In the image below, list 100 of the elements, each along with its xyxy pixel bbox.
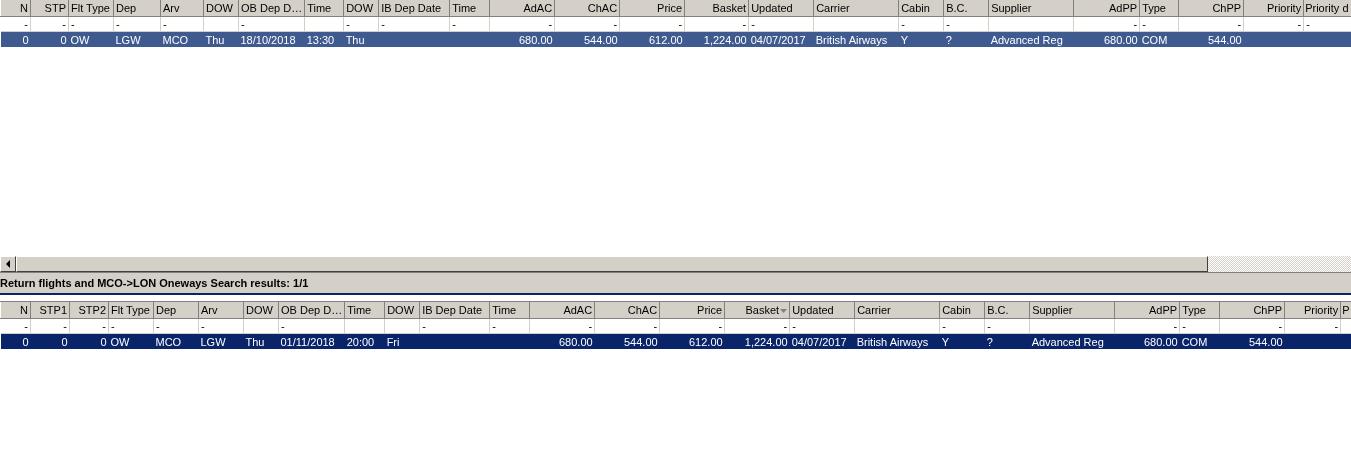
column-header[interactable]: N — [0, 0, 31, 17]
filter-cell[interactable]: - — [783, 320, 788, 332]
filter-cell[interactable]: - — [24, 18, 28, 30]
filter-cell[interactable]: - — [63, 320, 67, 332]
table-cell: 680.00 — [519, 33, 553, 46]
column-header[interactable]: Dep — [113, 0, 161, 17]
filter-cell[interactable]: - — [163, 18, 167, 30]
column-header[interactable]: Time — [344, 302, 385, 319]
filter-cell[interactable]: - — [1306, 18, 1310, 30]
table-cell: 544.00 — [584, 33, 618, 46]
column-header[interactable]: Supplier — [988, 0, 1074, 17]
column-header[interactable]: Price — [659, 302, 725, 319]
column-header[interactable]: Carrier — [813, 0, 899, 17]
horizontal-scrollbar[interactable] — [0, 255, 1351, 272]
filter-cell[interactable]: - — [102, 320, 106, 332]
table-cell: Thu — [345, 33, 365, 46]
column-header[interactable]: IB Dep Date — [419, 302, 490, 319]
filter-cell[interactable]: - — [116, 18, 120, 30]
scroll-left-button[interactable] — [0, 256, 16, 272]
filter-cell[interactable]: - — [942, 320, 946, 332]
column-header[interactable]: Carrier — [854, 302, 940, 319]
column-header[interactable]: STP — [30, 0, 69, 17]
filter-cell[interactable]: - — [452, 18, 456, 30]
filter-cell[interactable]: - — [1278, 320, 1283, 332]
filter-cell[interactable]: - — [653, 320, 658, 332]
column-header[interactable]: Cabin — [939, 302, 985, 319]
column-header[interactable]: AdAC — [529, 302, 595, 319]
table-cell: OW — [70, 33, 90, 46]
filter-cell[interactable]: - — [901, 18, 905, 30]
scrollbar-thumb[interactable] — [16, 256, 1208, 272]
column-header[interactable]: Price — [619, 0, 685, 17]
filter-cell[interactable]: - — [792, 320, 796, 332]
filter-cell[interactable]: - — [241, 18, 245, 30]
filter-cell[interactable]: - — [422, 320, 426, 332]
filter-cell[interactable]: - — [678, 18, 683, 30]
column-header[interactable]: ChAC — [594, 302, 660, 319]
filter-cell[interactable]: - — [1173, 320, 1178, 332]
column-header[interactable]: AdAC — [489, 0, 555, 17]
column-header[interactable]: Cabin — [898, 0, 944, 17]
filter-cell[interactable]: - — [548, 18, 553, 30]
filter-cell[interactable]: - — [381, 18, 385, 30]
filter-cell[interactable]: - — [946, 18, 950, 30]
filter-cell[interactable]: - — [201, 320, 205, 332]
column-header[interactable]: Flt Type — [108, 302, 154, 319]
column-header[interactable]: Supplier — [1029, 302, 1115, 319]
column-header[interactable]: Basket — [684, 0, 749, 17]
column-header[interactable]: AdPP — [1073, 0, 1140, 17]
column-header[interactable]: DOW — [384, 302, 420, 319]
column-header[interactable]: DOW — [243, 302, 279, 319]
filter-cell[interactable]: - — [1142, 18, 1146, 30]
column-header[interactable]: Time — [449, 0, 490, 17]
filter-cell[interactable]: - — [718, 320, 723, 332]
column-header[interactable]: DOW — [203, 0, 239, 17]
filter-cell[interactable]: - — [281, 320, 285, 332]
column-header[interactable]: DOW — [343, 0, 379, 17]
column-header[interactable]: Priority d — [1303, 0, 1351, 17]
column-header[interactable]: Updated — [789, 302, 855, 319]
column-header[interactable]: ChAC — [554, 0, 620, 17]
filter-cell[interactable]: - — [156, 320, 160, 332]
column-header[interactable]: P — [1340, 302, 1351, 319]
column-header[interactable]: Time — [489, 302, 530, 319]
filter-cell[interactable]: - — [1334, 320, 1339, 332]
column-header[interactable]: Flt Type — [68, 0, 114, 17]
column-header[interactable]: B.C. — [943, 0, 989, 17]
column-header[interactable]: Type — [1139, 0, 1179, 17]
filter-cell[interactable]: - — [742, 18, 747, 30]
column-header[interactable]: STP1 — [30, 302, 70, 319]
filter-cell[interactable]: - — [1133, 18, 1138, 30]
column-header[interactable]: Dep — [153, 302, 199, 319]
column-header[interactable]: Basket — [724, 302, 790, 319]
filter-cell[interactable]: - — [62, 18, 66, 30]
filter-cell[interactable]: - — [751, 18, 755, 30]
filter-cell[interactable]: - — [987, 320, 991, 332]
filter-cell[interactable]: - — [111, 320, 115, 332]
column-header[interactable]: OB Dep D… — [238, 0, 305, 17]
column-header[interactable]: Time — [304, 0, 344, 17]
column-header[interactable]: STP2 — [69, 302, 109, 319]
filter-cell[interactable]: - — [24, 320, 28, 332]
column-header[interactable]: Arv — [160, 0, 204, 17]
filter-cell[interactable]: - — [1237, 18, 1242, 30]
column-header[interactable]: IB Dep Date — [378, 0, 450, 17]
column-header[interactable]: Arv — [198, 302, 244, 319]
column-header[interactable]: AdPP — [1114, 302, 1180, 319]
column-header[interactable]: Priority — [1243, 0, 1304, 17]
filter-cell[interactable]: - — [1297, 18, 1302, 30]
column-header[interactable]: Type — [1179, 302, 1220, 319]
column-header[interactable]: B.C. — [984, 302, 1030, 319]
filter-cell[interactable]: - — [613, 18, 618, 30]
column-header[interactable]: ChPP — [1219, 302, 1285, 319]
filter-cell[interactable]: - — [346, 18, 350, 30]
column-header[interactable]: Priority — [1284, 302, 1341, 319]
table-cell: 680.00 — [1144, 335, 1178, 348]
column-header[interactable]: OB Dep D… — [278, 302, 345, 319]
filter-cell[interactable]: - — [588, 320, 593, 332]
column-header[interactable]: Updated — [748, 0, 814, 17]
column-header[interactable]: N — [0, 302, 31, 319]
column-header[interactable]: ChPP — [1178, 0, 1244, 17]
filter-cell[interactable]: - — [71, 18, 75, 30]
filter-cell[interactable]: - — [492, 320, 496, 332]
filter-cell[interactable]: - — [1182, 320, 1186, 332]
